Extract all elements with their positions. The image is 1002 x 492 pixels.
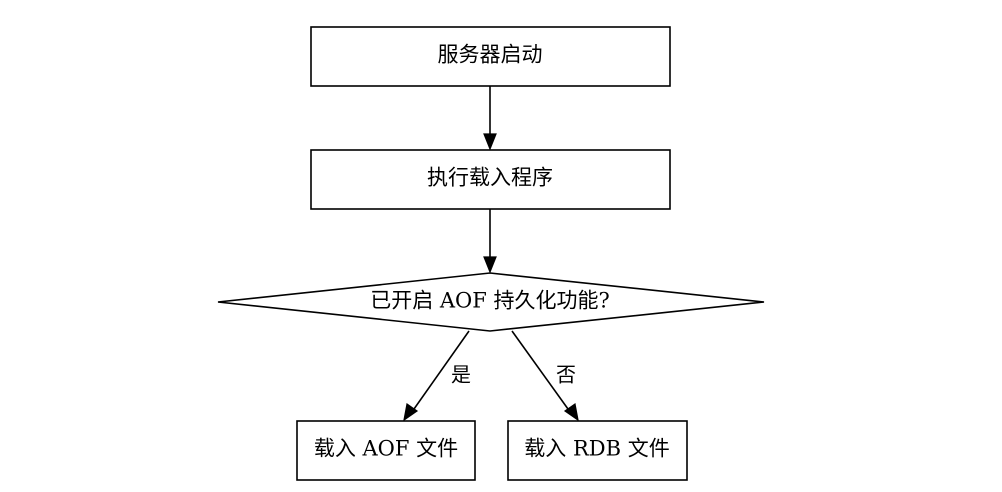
node-aof-decision: 已开启 AOF 持久化功能? bbox=[217, 272, 765, 332]
node-server-start-label: 服务器启动 bbox=[438, 43, 543, 67]
edge-no: 否 bbox=[511, 330, 579, 422]
node-load-rdb: 载入 RDB 文件 bbox=[507, 420, 688, 481]
arrowhead bbox=[483, 133, 497, 151]
node-load-aof: 载入 AOF 文件 bbox=[296, 420, 476, 481]
node-load-aof-label: 载入 AOF 文件 bbox=[314, 437, 458, 461]
node-run-loader-label: 执行载入程序 bbox=[427, 166, 553, 190]
flowchart: 服务器启动 执行载入程序 已开启 AOF 持久化功能? 是 否 载入 AOF 文… bbox=[217, 26, 765, 481]
node-aof-decision-label: 已开启 AOF 持久化功能? bbox=[370, 289, 610, 313]
edge-yes-label: 是 bbox=[451, 363, 471, 387]
edge-loader-to-decision bbox=[483, 209, 497, 274]
edge-start-to-loader bbox=[483, 86, 497, 151]
node-load-rdb-label: 载入 RDB 文件 bbox=[524, 437, 669, 461]
arrowhead bbox=[483, 256, 497, 274]
node-server-start: 服务器启动 bbox=[310, 26, 671, 87]
node-run-loader: 执行载入程序 bbox=[310, 149, 671, 210]
edge-yes: 是 bbox=[403, 330, 471, 422]
edge-no-label: 否 bbox=[556, 363, 576, 387]
